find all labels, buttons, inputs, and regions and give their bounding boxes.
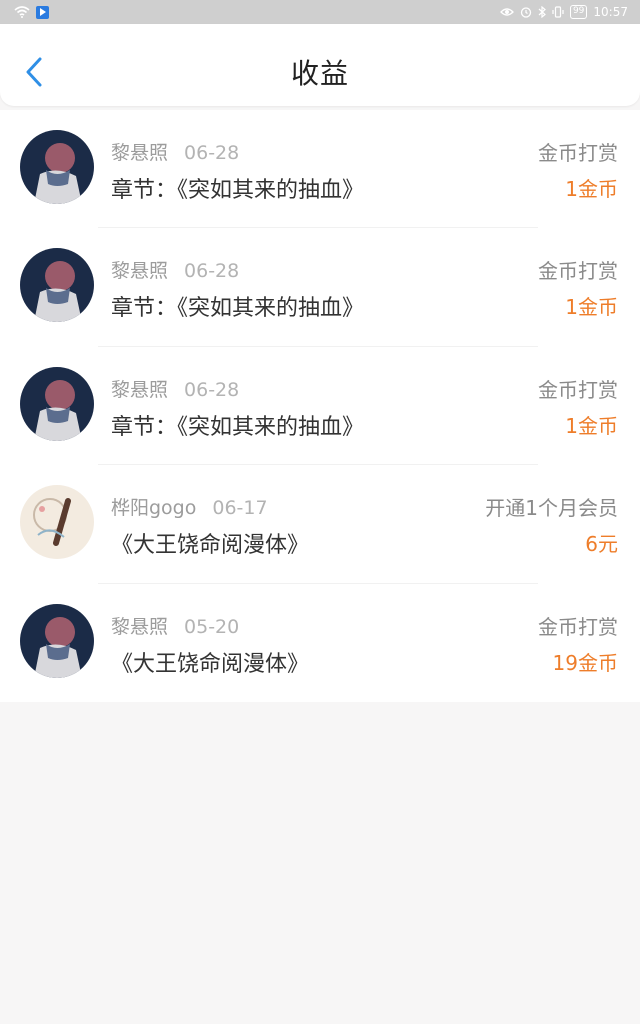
row-title: 《大王饶命阅漫体》 [111, 651, 310, 677]
avatar [20, 603, 94, 678]
wifi-icon [14, 6, 30, 18]
row-date: 06-28 [184, 378, 240, 401]
user-name: 黎悬照 06-28 [111, 142, 240, 164]
earnings-list: 黎悬照 06-28 章节：《突如其来的抽血》 金币打赏 1金币 黎悬照 06-28 … [0, 110, 640, 702]
user-name: 黎悬照 06-28 [111, 260, 240, 283]
earning-row[interactable]: 黎悬照 06-28 章节：《突如其来的抽血》 金币打赏 1金币 [0, 228, 640, 347]
user-name: 桦阳gogo 06-17 [111, 497, 268, 520]
row-date: 06-28 [184, 260, 240, 283]
app-header: 收益 [0, 24, 640, 106]
row-date: 06-28 [184, 142, 240, 164]
earning-row[interactable]: 黎悬照 05-20 《大王饶命阅漫体》 金币打赏 19金币 [0, 584, 640, 702]
eye-icon [500, 8, 514, 16]
user-name: 黎悬照 06-28 [111, 378, 240, 401]
row-date: 06-17 [212, 497, 268, 520]
row-amount: 1金币 [565, 413, 618, 438]
row-type: 金币打赏 [538, 614, 618, 639]
page-title: 收益 [290, 57, 349, 90]
bluetooth-icon [538, 6, 546, 18]
status-time: 10:57 [593, 5, 628, 19]
earning-row[interactable]: 黎悬照 06-28 章节：《突如其来的抽血》 金币打赏 1金币 [0, 110, 640, 229]
row-amount: 19金币 [552, 650, 618, 675]
avatar [20, 485, 94, 560]
row-date: 05-20 [184, 615, 240, 638]
row-type: 开通1个月会员 [485, 496, 618, 521]
status-bar: 99 10:57 [0, 0, 640, 24]
row-title: 章节：《突如其来的抽血》 [111, 178, 365, 203]
status-bar-left [14, 5, 49, 19]
row-title: 章节：《突如其来的抽血》 [111, 296, 365, 322]
row-amount: 1金币 [565, 177, 618, 201]
avatar [20, 248, 94, 323]
earning-row[interactable]: 桦阳gogo 06-17 《大王饶命阅漫体》 开通1个月会员 6元 [0, 465, 640, 584]
earning-row[interactable]: 黎悬照 06-28 章节：《突如其来的抽血》 金币打赏 1金币 [0, 347, 640, 466]
row-title: 《大王饶命阅漫体》 [111, 533, 310, 559]
status-bar-right: 99 10:57 [500, 5, 628, 19]
row-type: 金币打赏 [538, 377, 618, 402]
avatar [20, 366, 94, 441]
row-amount: 1金币 [565, 295, 618, 320]
user-name: 黎悬照 05-20 [111, 615, 240, 638]
row-type: 金币打赏 [538, 259, 618, 284]
battery-icon: 99 [569, 5, 588, 19]
app-notification-icon [36, 5, 49, 19]
row-type: 金币打赏 [538, 141, 618, 165]
avatar [20, 130, 94, 204]
row-amount: 6元 [585, 532, 618, 557]
alarm-icon [520, 7, 532, 18]
vibrate-icon [552, 6, 564, 18]
row-title: 章节：《突如其来的抽血》 [111, 414, 365, 440]
